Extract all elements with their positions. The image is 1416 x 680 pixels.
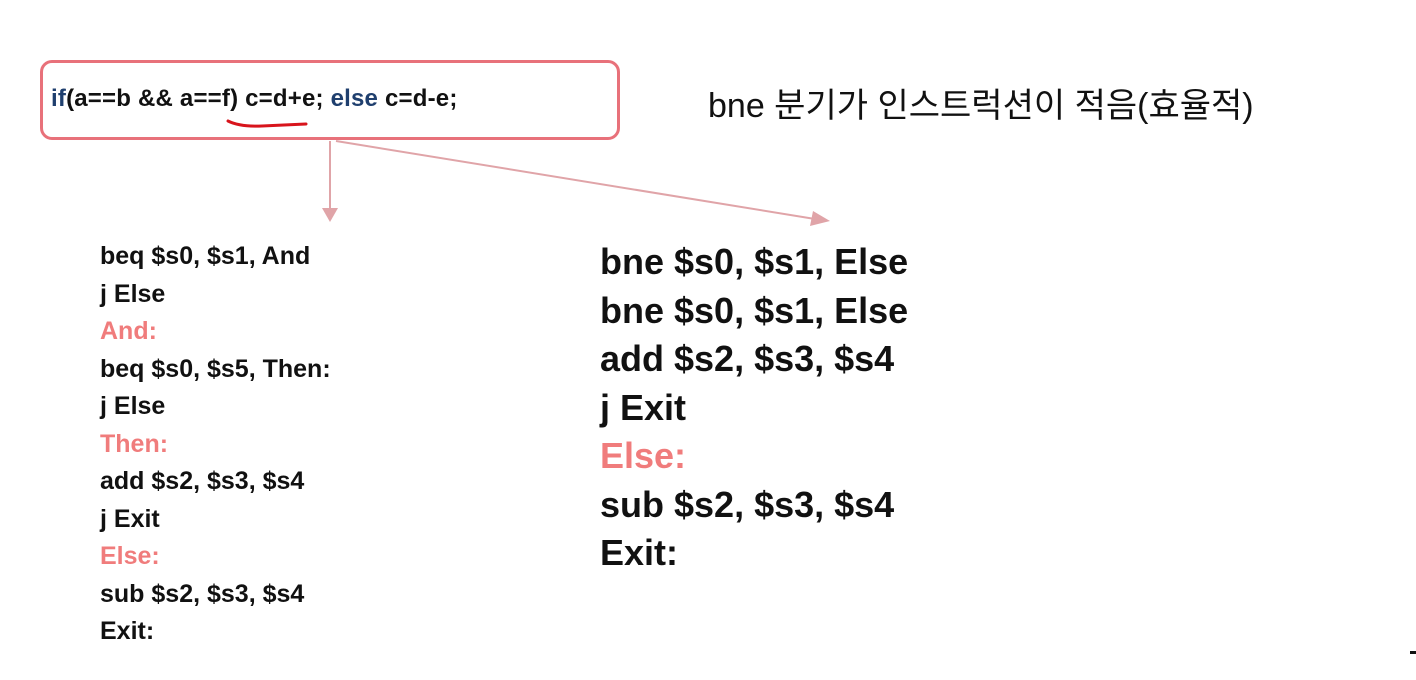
corner-mark xyxy=(1410,651,1416,654)
left-asm-label: Then: xyxy=(100,429,169,458)
left-asm-line: beq $s0, $s1, And xyxy=(100,242,311,270)
left-asm-line: j Else xyxy=(100,392,166,420)
red-underline xyxy=(226,119,308,128)
efficiency-note: bne 분기가 인스트럭션이 적음(효율적) xyxy=(708,87,1254,125)
left-asm-line: add $s2, $s3, $s4 xyxy=(100,467,305,495)
right-asm-line: add $s2, $s3, $s4 xyxy=(600,338,895,379)
right-asm-label: Else: xyxy=(600,435,687,476)
left-asm-label: And: xyxy=(100,317,157,345)
arrow-right-line xyxy=(335,140,816,220)
arrow-right-head xyxy=(810,211,830,226)
right-asm-line: bne $s0, $s1, Else xyxy=(600,289,909,331)
left-asm-line: sub $s2, $s3, $s4 xyxy=(100,579,305,608)
right-assembly-listing: bne $s0, $s1, Else bne $s0, $s1, Else ad… xyxy=(600,238,908,578)
right-asm-line: bne $s0, $s1, Else xyxy=(600,241,909,282)
left-asm-line: beq $s0, $s5, Then: xyxy=(100,354,331,383)
right-asm-line: Exit: xyxy=(600,532,679,573)
left-assembly-listing: beq $s0, $s1, And j Else And: beq $s0, $… xyxy=(100,238,331,651)
arrow-left-head xyxy=(322,208,338,222)
right-asm-line: j Exit xyxy=(600,386,687,428)
left-asm-line: j Exit xyxy=(100,504,160,533)
left-asm-line: j Else xyxy=(100,279,166,308)
left-asm-line: Exit: xyxy=(100,617,155,645)
left-asm-label: Else: xyxy=(100,542,160,570)
right-asm-line: sub $s2, $s3, $s4 xyxy=(600,483,895,525)
